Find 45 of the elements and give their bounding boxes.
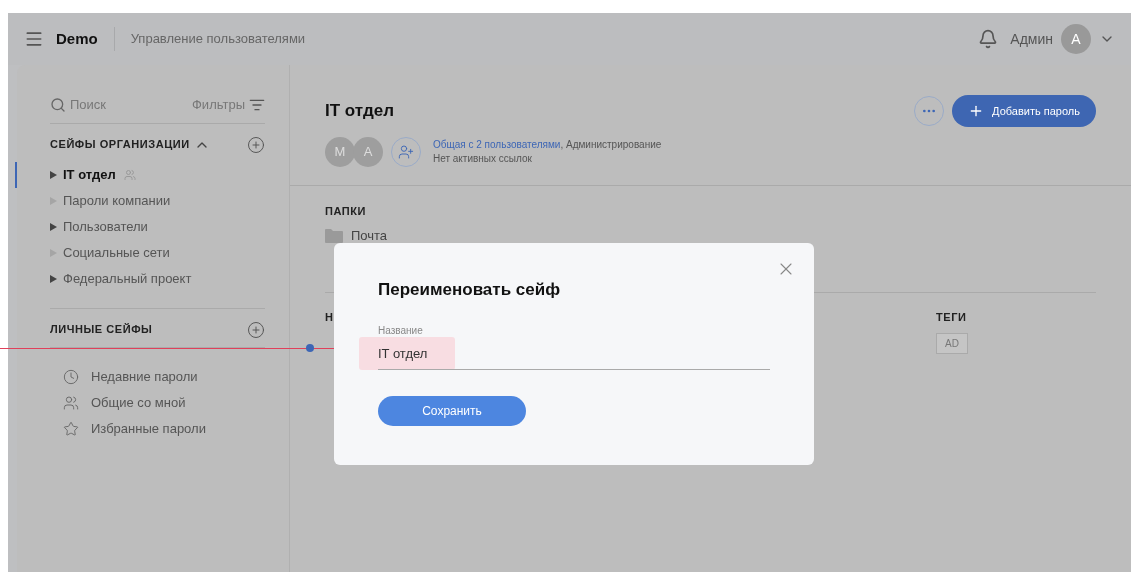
clock-icon — [63, 368, 79, 385]
name-field[interactable]: IT отдел — [378, 343, 770, 370]
vault-item[interactable]: Федеральный проект — [63, 268, 192, 289]
menu-icon[interactable] — [24, 29, 44, 49]
add-password-button[interactable]: Добавить пароль — [952, 95, 1096, 127]
search-icon — [50, 96, 66, 113]
add-icon[interactable] — [247, 320, 265, 339]
caret-icon[interactable] — [50, 274, 57, 283]
section-heading: ЛИЧНЫЕ СЕЙФЫ — [50, 322, 153, 338]
section-title: Управление пользователями — [130, 30, 306, 49]
member-avatar: M — [325, 137, 355, 167]
column-header: ТЕГИ — [936, 309, 968, 325]
dialog-title: Переименовать сейф — [378, 279, 562, 301]
sharing-info: Общая с 2 пользователями, Администрирование — [433, 138, 662, 152]
folder-name[interactable]: Почта — [351, 226, 388, 246]
vault-item[interactable]: Социальные сети — [63, 242, 170, 263]
user-avatar[interactable]: A — [1061, 24, 1091, 54]
users-icon — [63, 394, 79, 411]
filters-link[interactable]: Фильтры — [192, 95, 245, 115]
sidebar-link[interactable]: Избранные пароли — [91, 418, 206, 439]
add-user-icon — [398, 144, 414, 160]
shared-icon — [123, 168, 136, 181]
sidebar-link[interactable]: Недавние пароли — [91, 366, 198, 387]
star-icon — [63, 420, 79, 437]
field-label: Название — [378, 323, 424, 338]
member-avatar: A — [353, 137, 383, 167]
save-button[interactable]: Сохранить — [378, 396, 526, 426]
vault-item[interactable]: Пользователи — [63, 216, 148, 237]
caret-icon[interactable] — [50, 170, 57, 179]
folder-icon — [325, 228, 343, 243]
tag-badge: AD — [936, 333, 968, 354]
vault-title: IT отдел — [325, 100, 394, 123]
add-icon[interactable] — [247, 135, 265, 154]
vault-item[interactable]: Пароли компании — [63, 190, 171, 211]
bell-icon[interactable] — [978, 29, 999, 49]
search-field[interactable]: Поиск — [70, 95, 170, 115]
links-note: Нет активных ссылок — [433, 152, 533, 166]
brand-name: Demo — [56, 28, 98, 49]
column-header: Н — [325, 309, 333, 325]
caret-icon[interactable] — [50, 222, 57, 231]
vault-item[interactable]: IT отдел — [63, 164, 116, 185]
folders-heading: ПАПКИ — [325, 205, 366, 217]
section-heading[interactable]: СЕЙФЫ ОРГАНИЗАЦИИ — [50, 136, 190, 153]
user-name[interactable]: Админ — [1010, 28, 1053, 50]
sidebar-link[interactable]: Общие со мной — [91, 392, 186, 413]
